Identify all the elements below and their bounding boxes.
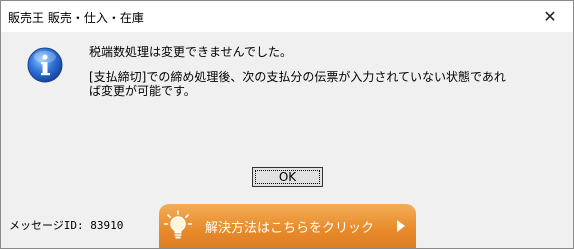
message-primary: 税端数処理は変更できませんでした。: [89, 45, 293, 59]
play-icon: [397, 220, 405, 232]
info-icon: [27, 47, 63, 83]
dialog-body: 税端数処理は変更できませんでした。 [支払締切]での締め処理後、次の支払分の伝票…: [1, 32, 573, 188]
ok-button[interactable]: OK: [252, 167, 323, 187]
close-button[interactable]: ✕: [527, 1, 573, 32]
close-icon: ✕: [543, 7, 557, 26]
message-secondary: [支払締切]での締め処理後、次の支払分の伝票が入力されていない状態であれば変更が…: [89, 70, 506, 98]
solution-link-button[interactable]: 解決方法はこちらをクリック: [159, 204, 416, 248]
window-title: 販売王 販売・仕入・在庫: [8, 11, 144, 25]
message-id: メッセージID: 83910: [9, 219, 124, 232]
solution-link-label: 解決方法はこちらをクリック: [205, 221, 375, 236]
message-dialog: 販売王 販売・仕入・在庫 ✕ 税端数処理は変更できませんでした。 [支払締切]で…: [0, 0, 574, 249]
lightbulb-icon: [163, 210, 193, 239]
dialog-footer: メッセージID: 83910 解決方法はこちらをクリック: [1, 188, 573, 248]
title-bar: 販売王 販売・仕入・在庫 ✕: [1, 1, 573, 32]
